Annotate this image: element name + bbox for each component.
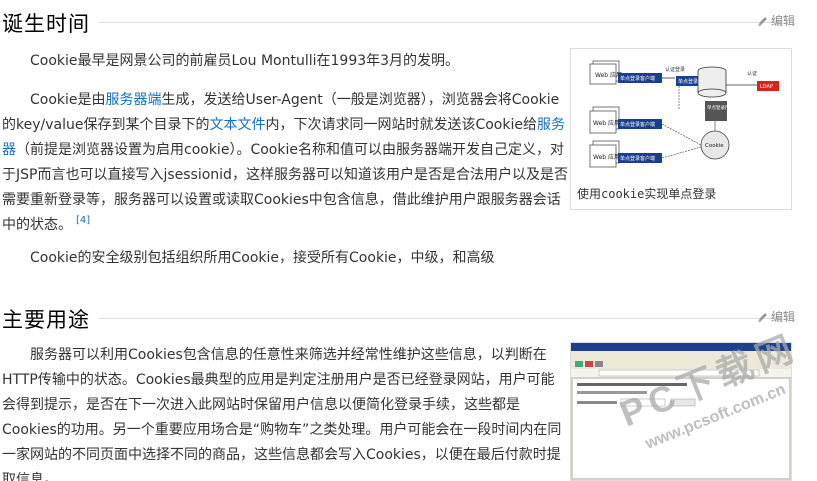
paragraph: Cookie最早是网景公司的前雇员Lou Montulli在1993年3月的发明…: [30, 53, 460, 69]
pencil-icon: [758, 312, 767, 322]
diagram-label: LDAP: [760, 84, 773, 90]
heading-divider: [98, 22, 773, 23]
diagram-label: 认证登录: [665, 66, 685, 73]
browser-screenshot-image: [571, 343, 791, 478]
figure-sso-diagram[interactable]: Web 应用 单点登录客户端 Web 应用 单点登录客户端 Web 应用 单点登…: [570, 48, 792, 210]
edit-label: 编辑: [770, 310, 795, 324]
figure-browser-screenshot[interactable]: [570, 342, 792, 481]
section-title: 诞生时间: [2, 12, 90, 36]
pencil-icon: [758, 16, 767, 26]
paragraph: 服务器可以利用Cookies包含信息的任意性来筛选并经常性维护这些信息，以判断在…: [2, 347, 562, 481]
diagram-label: 单点登录客户端: [620, 155, 655, 162]
diagram-label: Web 应用: [593, 153, 620, 161]
edit-link[interactable]: 编辑: [757, 308, 795, 325]
paragraph-text: 内，下次请求同一网站时就发送该Cookie给: [265, 117, 537, 133]
diagram-label: 单点登录用户管理: [707, 104, 743, 111]
diagram-label: Web 应用: [593, 119, 620, 127]
figure-caption: 使用cookie实现单点登录: [577, 187, 717, 201]
inline-link[interactable]: 服务器端: [106, 92, 162, 108]
section-heading-row: 诞生时间 编辑: [0, 8, 817, 40]
sso-diagram-svg: Web 应用 单点登录客户端 Web 应用 单点登录客户端 Web 应用 单点登…: [571, 49, 791, 181]
paragraph-text: Cookie是由: [30, 92, 106, 108]
diagram-label: 单点登录客户端: [620, 75, 655, 82]
paragraph-rich: Cookie是由服务器端生成，发送给User-Agent（一般是浏览器），浏览器…: [2, 88, 570, 238]
section-heading-row: 主要用途 编辑: [0, 304, 817, 336]
diagram-label: 单点登录客户端: [620, 121, 655, 128]
reference-link[interactable]: [4]: [76, 215, 90, 226]
edit-label: 编辑: [770, 14, 795, 28]
sso-diagram: Web 应用 单点登录客户端 Web 应用 单点登录客户端 Web 应用 单点登…: [571, 49, 791, 181]
edit-link[interactable]: 编辑: [757, 12, 795, 29]
inline-link[interactable]: 文本文件: [209, 117, 265, 133]
section-title: 主要用途: [2, 308, 90, 332]
paragraph: Cookie的安全级别包括组织所用Cookie，接受所有Cookie，中级，和高…: [30, 250, 495, 266]
diagram-label: Cookie: [705, 143, 724, 149]
diagram-label: 认证: [747, 70, 757, 77]
heading-divider: [98, 318, 773, 319]
diagram-label: Web 应用: [595, 71, 622, 79]
